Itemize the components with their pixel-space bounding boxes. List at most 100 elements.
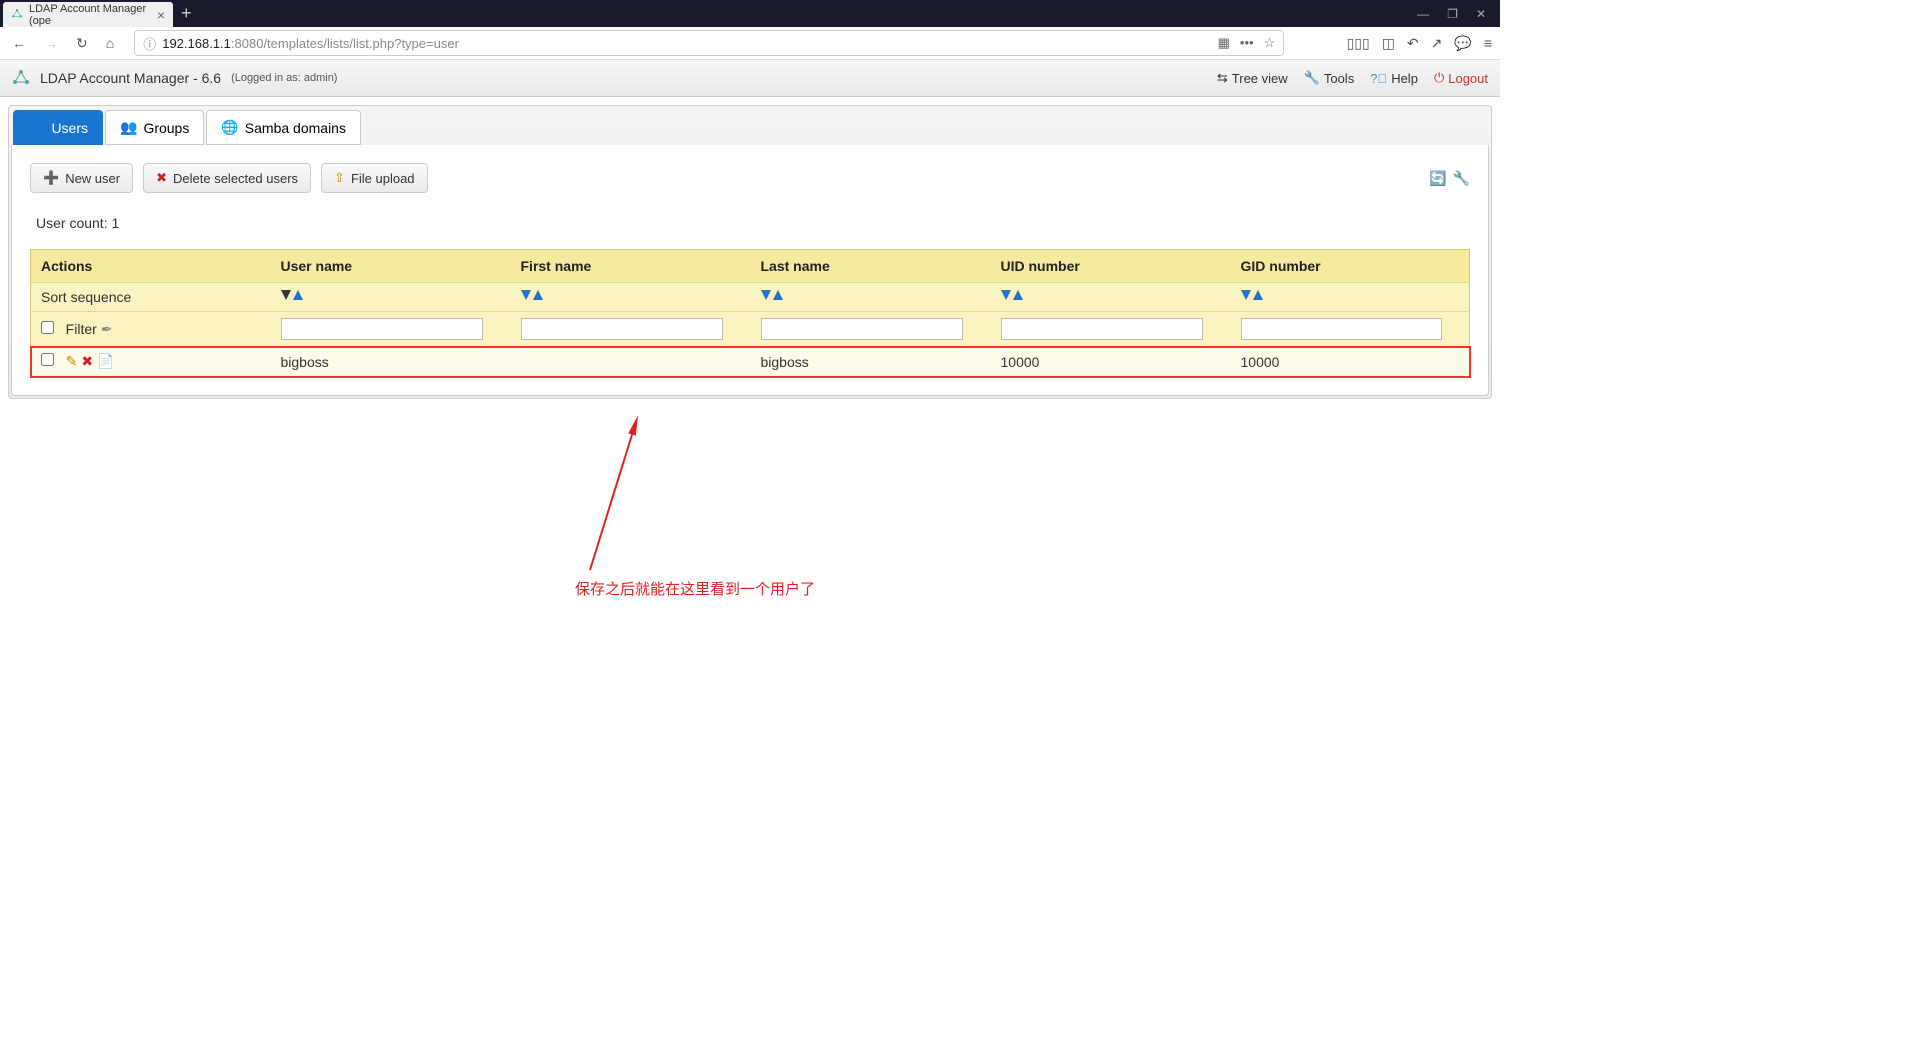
header-menu: ⇆Tree view 🔧Tools ?⃝Help ⏻Logout <box>1217 70 1488 86</box>
sidebar-icon[interactable]: ◫ <box>1382 35 1395 52</box>
th-lastname[interactable]: Last name <box>751 250 991 283</box>
list-tabs: 👤 Users 👥 Groups 🌐 Samba domains <box>11 108 1489 145</box>
list-container: 👤 Users 👥 Groups 🌐 Samba domains ➕ New u… <box>8 105 1492 399</box>
back-button[interactable]: ← <box>8 33 30 53</box>
delete-selected-button[interactable]: ✖ Delete selected users <box>143 163 311 193</box>
bookmark-icon[interactable]: ☆ <box>1264 35 1276 51</box>
sort-username[interactable] <box>281 290 303 302</box>
url-bar[interactable]: ⓘ 192.168.1.1:8080/templates/lists/list.… <box>134 30 1284 56</box>
sort-gid[interactable] <box>1241 290 1263 302</box>
tab-users[interactable]: 👤 Users <box>13 110 103 145</box>
sort-lastname[interactable] <box>761 290 783 302</box>
user-count: User count: 1 <box>36 215 1470 231</box>
delete-selected-label: Delete selected users <box>173 171 298 186</box>
browser-nav-bar: ← → ↻ ⌂ ⓘ 192.168.1.1:8080/templates/lis… <box>0 27 1500 60</box>
tab-favicon-icon <box>11 8 23 22</box>
filter-lastname[interactable] <box>761 318 963 340</box>
undo-icon[interactable]: ↶ <box>1407 35 1419 52</box>
annotation-text: 保存之后就能在这里看到一个用户了 <box>575 578 815 599</box>
cell-uid: 10000 <box>991 347 1231 377</box>
more-icon[interactable]: ••• <box>1240 35 1254 51</box>
tools-link[interactable]: 🔧Tools <box>1304 70 1355 86</box>
group-icon: 👥 <box>120 119 137 136</box>
th-username[interactable]: User name <box>271 250 511 283</box>
th-uid[interactable]: UID number <box>991 250 1231 283</box>
select-all-checkbox[interactable] <box>41 321 54 334</box>
filter-row: Filter ✒ <box>31 312 1470 347</box>
new-tab-button[interactable]: + <box>181 3 192 24</box>
cell-username: bigboss <box>271 347 511 377</box>
file-upload-label: File upload <box>351 171 415 186</box>
help-link[interactable]: ?⃝Help <box>1370 71 1418 86</box>
logout-icon: ⏻ <box>1434 70 1444 86</box>
login-info: (Logged in as: admin) <box>231 72 337 84</box>
sort-uid[interactable] <box>1001 290 1023 302</box>
th-firstname[interactable]: First name <box>511 250 751 283</box>
filter-uid[interactable] <box>1001 318 1203 340</box>
reload-button[interactable]: ↻ <box>72 33 92 54</box>
filter-icon[interactable]: ✒ <box>101 321 113 337</box>
home-button[interactable]: ⌂ <box>102 33 118 53</box>
edit-icon[interactable]: ✎ <box>66 353 78 370</box>
filter-firstname[interactable] <box>521 318 723 340</box>
th-gid[interactable]: GID number <box>1231 250 1470 283</box>
user-icon: 👤 <box>28 119 45 136</box>
filter-username[interactable] <box>281 318 483 340</box>
row-checkbox[interactable] <box>41 353 54 366</box>
upload-icon: ⇧ <box>334 170 345 186</box>
sort-row: Sort sequence <box>31 283 1470 312</box>
app-header: LDAP Account Manager - 6.6 (Logged in as… <box>0 60 1500 97</box>
menu-icon[interactable]: ≡ <box>1484 35 1492 52</box>
tab-samba[interactable]: 🌐 Samba domains <box>206 110 361 145</box>
browser-tab[interactable]: LDAP Account Manager (ope × <box>3 2 173 27</box>
file-upload-button[interactable]: ⇧ File upload <box>321 163 428 193</box>
th-actions: Actions <box>31 250 271 283</box>
filter-label: Filter <box>66 321 97 337</box>
tab-samba-label: Samba domains <box>245 120 346 136</box>
action-bar: ➕ New user ✖ Delete selected users ⇧ Fil… <box>30 163 1470 193</box>
help-icon: ?⃝ <box>1370 71 1387 86</box>
maximize-icon[interactable]: ❐ <box>1447 7 1458 21</box>
cell-firstname <box>511 347 751 377</box>
share-icon[interactable]: ↗ <box>1431 35 1443 52</box>
table-header-row: Actions User name First name Last name U… <box>31 250 1470 283</box>
window-controls: — ❐ ✕ <box>1417 7 1500 21</box>
table-row[interactable]: ✎ ✖ 📄 bigboss bigboss 10000 10000 <box>31 347 1470 377</box>
qr-icon[interactable]: ▦ <box>1218 35 1230 51</box>
tab-groups-label: Groups <box>143 120 189 136</box>
globe-icon: 🌐 <box>221 119 238 136</box>
treeview-icon: ⇆ <box>1217 70 1228 86</box>
tools-icon: 🔧 <box>1304 70 1320 86</box>
browser-right-tools: ▯▯▯ ◫ ↶ ↗ 💬 ≡ <box>1347 35 1492 52</box>
refresh-icon[interactable]: 🔄 <box>1429 170 1446 187</box>
chat-icon[interactable]: 💬 <box>1454 35 1471 52</box>
new-user-label: New user <box>65 171 120 186</box>
sort-firstname[interactable] <box>521 290 543 302</box>
logout-link[interactable]: ⏻Logout <box>1434 70 1488 86</box>
settings-wrench-icon[interactable]: 🔧 <box>1453 170 1470 187</box>
row-actions: ✎ ✖ 📄 <box>66 353 115 370</box>
tab-users-label: Users <box>51 120 88 136</box>
tab-groups[interactable]: 👥 Groups <box>105 110 204 145</box>
plus-icon: ➕ <box>43 170 59 186</box>
cell-lastname: bigboss <box>751 347 991 377</box>
new-user-button[interactable]: ➕ New user <box>30 163 133 193</box>
close-window-icon[interactable]: ✕ <box>1476 7 1486 21</box>
list-tools: 🔄 🔧 <box>1429 170 1470 187</box>
tab-title: LDAP Account Manager (ope <box>29 3 151 27</box>
forward-button[interactable]: → <box>40 33 62 53</box>
delete-row-icon[interactable]: ✖ <box>81 353 93 370</box>
url-actions: ▦ ••• ☆ <box>1218 35 1276 51</box>
library-icon[interactable]: ▯▯▯ <box>1347 35 1370 52</box>
app-title: LDAP Account Manager - 6.6 <box>40 70 221 86</box>
filter-gid[interactable] <box>1241 318 1442 340</box>
cell-gid: 10000 <box>1231 347 1470 377</box>
pdf-icon[interactable]: 📄 <box>97 353 114 370</box>
url-text: 192.168.1.1:8080/templates/lists/list.ph… <box>162 36 1211 51</box>
tab-close-icon[interactable]: × <box>157 7 165 23</box>
treeview-link[interactable]: ⇆Tree view <box>1217 70 1288 86</box>
site-info-icon[interactable]: ⓘ <box>143 34 156 53</box>
user-table: Actions User name First name Last name U… <box>30 249 1470 377</box>
minimize-icon[interactable]: — <box>1417 7 1429 21</box>
annotation-arrow-icon <box>575 415 655 575</box>
